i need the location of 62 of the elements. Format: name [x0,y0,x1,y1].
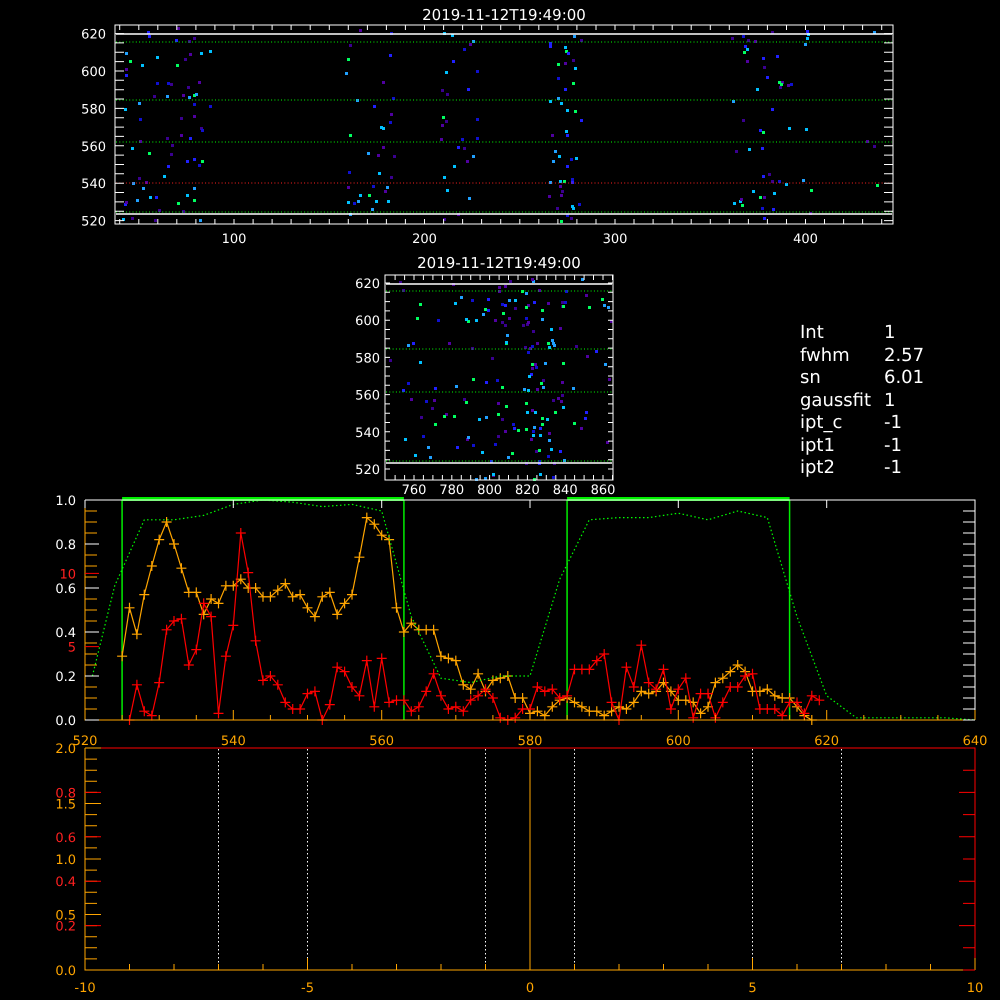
tick-label: 540 [355,426,380,441]
tick-label: 0 [526,981,534,996]
tick-label: 520 [355,463,380,478]
tick-label: 800 [477,483,502,498]
tick-label: 840 [552,483,578,498]
tick-label: 760 [402,483,426,498]
parameter-value: -1 [883,434,903,456]
tick-label: -5 [301,981,314,996]
tick-label: 400 [793,232,818,247]
tick-label: 520 [81,214,106,230]
tick-label: 300 [602,232,628,247]
tick-label: 620 [355,277,380,292]
tick-label: 1.0 [55,853,76,868]
parameter-name: ipt1 [800,434,836,456]
tick-label: 560 [369,734,394,749]
tick-label: 620 [814,734,840,749]
tick-label: 0.0 [55,714,76,729]
tick-label: 200 [412,232,437,247]
tick-label: 820 [514,483,540,498]
tick-label: 860 [590,483,616,498]
tick-label: 0.4 [55,875,76,890]
tick-label: 540 [220,734,246,749]
tick-label: 10 [966,981,984,996]
tick-label: 560 [355,388,380,404]
tick-label: 620 [81,28,106,43]
tick-label: 10 [59,567,76,582]
tick-label: 0.8 [55,538,76,553]
parameter-name: sn [800,367,822,388]
tick-label: 580 [355,351,380,366]
chart-title: 2019-11-12T19:49:00 [417,254,581,272]
tick-label: 0.6 [55,830,76,846]
tick-label: 640 [962,734,988,749]
parameter-value: 6.01 [883,367,924,388]
parameter-value: 2.57 [883,344,924,366]
parameter-name: ipt_c [800,412,844,434]
parameter-value: 1 [883,390,896,411]
tick-label: 780 [439,483,464,498]
parameter-value: -1 [883,412,903,434]
tick-label: 0.4 [55,626,76,641]
parameter-value: 1 [883,322,896,344]
parameter-value: -1 [883,457,903,478]
tick-label: 580 [518,734,542,749]
parameter-name: ipt2 [800,457,836,478]
tick-label: 560 [81,140,106,155]
tick-label: 5 [68,640,76,656]
tick-label: 600 [81,65,106,80]
parameter-name: gaussfit [800,390,872,411]
tick-label: 0.6 [55,582,76,597]
chart-title: 2019-11-12T19:49:00 [422,6,586,24]
tick-label: 1.0 [55,494,76,509]
parameter-name: Int [800,322,825,344]
tick-label: 600 [666,734,691,749]
tick-label: 5 [748,981,757,996]
tick-label: -10 [74,981,96,996]
tick-label: 540 [81,177,106,192]
tick-label: 100 [222,232,246,247]
tick-label: 1.5 [55,798,76,812]
tick-label: 0.2 [55,670,76,685]
tick-label: 580 [81,102,106,118]
tick-label: 600 [355,314,380,330]
parameter-name: fwhm [800,344,851,366]
tick-label: 0.0 [55,964,76,979]
